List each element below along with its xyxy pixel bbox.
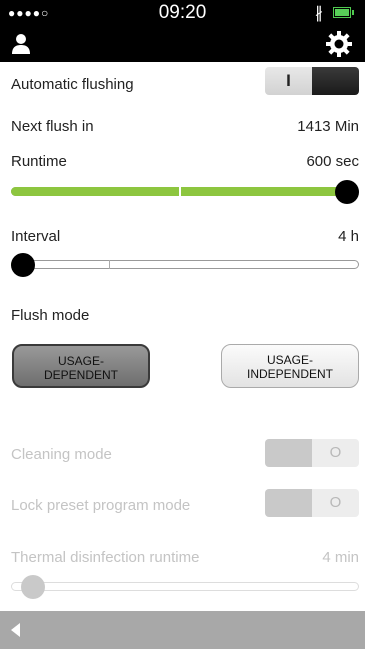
lock-preset-toggle[interactable]: O bbox=[265, 489, 359, 517]
interval-slider-thumb[interactable] bbox=[11, 253, 35, 277]
bottom-bar bbox=[0, 611, 365, 649]
button-line: USAGE- bbox=[266, 353, 313, 367]
next-flush-row: Next flush in 1413 Min bbox=[11, 118, 359, 138]
status-bar: ●●●●○ 09:20 ∦ bbox=[0, 0, 365, 26]
toggle-on-mark: I bbox=[286, 71, 291, 90]
lock-preset-label: Lock preset program mode bbox=[11, 497, 191, 514]
runtime-slider[interactable] bbox=[11, 180, 359, 204]
cleaning-mode-toggle[interactable]: O bbox=[265, 439, 359, 467]
clock: 09:20 bbox=[158, 2, 207, 23]
runtime-value: 600 sec bbox=[306, 153, 359, 170]
runtime-row: Runtime 600 sec bbox=[11, 153, 359, 173]
thermal-slider-thumb[interactable] bbox=[20, 575, 45, 599]
slider-tick bbox=[179, 187, 181, 196]
flush-mode-row: Flush mode bbox=[11, 307, 359, 327]
button-line: USAGE- bbox=[57, 354, 104, 368]
button-line: INDEPENDENT bbox=[246, 367, 333, 381]
thermal-disinfection-label: Thermal disinfection runtime bbox=[11, 549, 200, 566]
battery-icon bbox=[333, 7, 354, 18]
slider-track bbox=[11, 260, 359, 269]
gear-icon[interactable] bbox=[326, 31, 352, 57]
thermal-disinfection-value: 4 min bbox=[322, 549, 359, 566]
top-toolbar bbox=[0, 26, 365, 62]
button-line: DEPENDENT bbox=[43, 368, 118, 382]
flush-mode-label: Flush mode bbox=[11, 307, 90, 324]
bluetooth-icon: ∦ bbox=[315, 5, 323, 22]
interval-slider[interactable] bbox=[11, 253, 359, 277]
user-icon[interactable] bbox=[10, 32, 32, 56]
toggle-off-mark: O bbox=[329, 444, 342, 461]
automatic-flushing-toggle[interactable]: I bbox=[265, 67, 359, 95]
cleaning-mode-label: Cleaning mode bbox=[11, 446, 112, 463]
toggle-off-mark: O bbox=[329, 494, 342, 511]
next-flush-label: Next flush in bbox=[11, 118, 94, 135]
interval-label: Interval bbox=[11, 228, 61, 245]
usage-dependent-button[interactable]: USAGE- DEPENDENT bbox=[12, 344, 150, 388]
thermal-disinfection-row: Thermal disinfection runtime 4 min bbox=[11, 549, 359, 569]
slider-tick bbox=[109, 260, 110, 269]
thermal-disinfection-slider[interactable] bbox=[11, 575, 359, 599]
interval-row: Interval 4 h bbox=[11, 228, 359, 248]
next-flush-value: 1413 Min bbox=[297, 118, 359, 135]
usage-independent-button[interactable]: USAGE- INDEPENDENT bbox=[221, 344, 359, 388]
back-arrow-icon[interactable] bbox=[11, 623, 20, 637]
automatic-flushing-label: Automatic flushing bbox=[11, 76, 134, 93]
runtime-label: Runtime bbox=[11, 153, 67, 170]
slider-track bbox=[11, 582, 359, 591]
runtime-slider-thumb[interactable] bbox=[335, 180, 359, 204]
interval-value: 4 h bbox=[338, 228, 359, 245]
